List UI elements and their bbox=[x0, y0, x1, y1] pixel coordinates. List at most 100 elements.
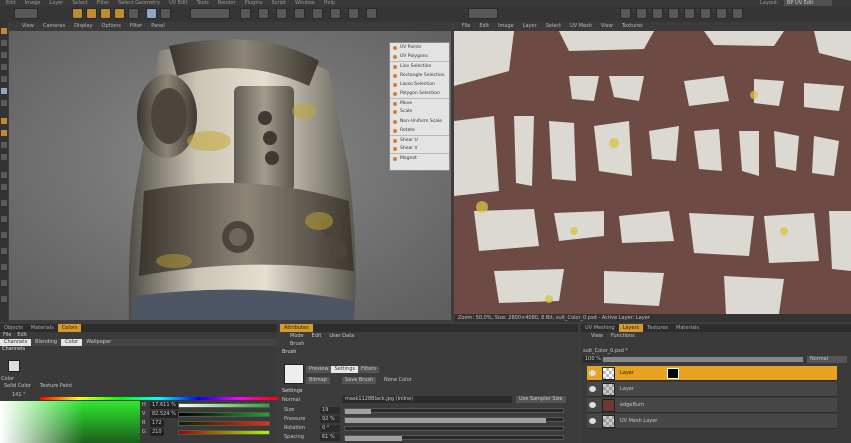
tool-icon-17[interactable] bbox=[1, 248, 7, 254]
tool-icon-2[interactable] bbox=[1, 40, 7, 46]
pressure-slider[interactable] bbox=[344, 417, 564, 423]
ctx-non-uniform-scale[interactable]: Non-Uniform Scale bbox=[390, 117, 449, 126]
tool-icon-1[interactable] bbox=[1, 28, 7, 34]
layer-opacity-field[interactable]: 100 % bbox=[583, 356, 601, 363]
ctx-rectangle-selection[interactable]: Rectangle Selection bbox=[390, 71, 449, 80]
eye-icon[interactable] bbox=[589, 402, 596, 408]
ctx-polygon-selection[interactable]: Polygon Selection bbox=[390, 89, 449, 98]
undo-icon[interactable] bbox=[14, 8, 38, 19]
cube-icon[interactable] bbox=[240, 8, 251, 19]
tool-icon-12[interactable] bbox=[1, 172, 7, 178]
color-angle-value[interactable]: 141 ° bbox=[12, 392, 26, 398]
subtab-wallpaper[interactable]: Wallpaper bbox=[82, 339, 115, 346]
tool-icon-9[interactable] bbox=[1, 130, 7, 136]
brush-preview-thumbnail[interactable] bbox=[284, 364, 304, 384]
tab-attributes[interactable]: Attributes bbox=[280, 324, 313, 332]
save-brush-button[interactable]: Save Brush bbox=[342, 377, 377, 384]
pressure-value[interactable]: 92 % bbox=[320, 416, 340, 423]
tool-icon-8[interactable] bbox=[1, 118, 7, 124]
tool-icon-11[interactable] bbox=[1, 154, 7, 160]
ctx-scale[interactable]: Scale bbox=[390, 107, 449, 116]
tab-materials-2[interactable]: Materials bbox=[672, 324, 703, 332]
axis-tool-icon[interactable] bbox=[128, 8, 139, 19]
ctx-shear-u[interactable]: Shear U bbox=[390, 134, 449, 144]
tab-uv-meshing[interactable]: UV Meshing bbox=[581, 324, 619, 332]
subdivide-icon[interactable] bbox=[276, 8, 287, 19]
move-tool-icon[interactable] bbox=[72, 8, 83, 19]
blend-mode-dropdown[interactable]: Normal bbox=[807, 356, 847, 363]
texture-paint-option[interactable]: Texture Paint bbox=[40, 383, 72, 389]
tool-icon-18[interactable] bbox=[1, 264, 7, 270]
deformer-icon[interactable] bbox=[312, 8, 323, 19]
layer-row[interactable]: UV Mesh Layer bbox=[587, 414, 837, 429]
rotation-slider[interactable] bbox=[344, 426, 564, 431]
subtab-blending[interactable]: Blending bbox=[31, 339, 61, 346]
brush-preset-icon-2[interactable] bbox=[636, 8, 647, 19]
tab-colors[interactable]: Colors bbox=[57, 324, 82, 332]
tab-materials[interactable]: Materials bbox=[27, 324, 58, 332]
color-r-slider[interactable] bbox=[178, 421, 270, 426]
brush-preset-icon-6[interactable] bbox=[700, 8, 711, 19]
ctx-shear-v[interactable]: Shear V bbox=[390, 144, 449, 153]
light-icon[interactable] bbox=[366, 8, 377, 19]
brush-tab-preview[interactable]: Preview bbox=[306, 366, 331, 373]
uv-menu-image[interactable]: Image bbox=[498, 22, 514, 31]
tab-textures[interactable]: Textures bbox=[643, 324, 672, 332]
brush-preset-icon-3[interactable] bbox=[652, 8, 663, 19]
uv-texture-view[interactable] bbox=[454, 31, 851, 314]
tool-icon-13[interactable] bbox=[1, 184, 7, 190]
tool-icon-3[interactable] bbox=[1, 52, 7, 58]
viewport-menu-view[interactable]: View bbox=[22, 22, 34, 31]
size-value[interactable]: 19 bbox=[320, 407, 340, 414]
layers-menu-functions[interactable]: Functions bbox=[611, 332, 635, 340]
rotation-value[interactable]: 0 ° bbox=[320, 425, 340, 432]
viewport-menu-display[interactable]: Display bbox=[74, 22, 92, 31]
layer-opacity-slider[interactable] bbox=[603, 357, 803, 362]
brush-preset-icon-8[interactable] bbox=[732, 8, 743, 19]
eye-icon[interactable] bbox=[589, 418, 596, 424]
tool-icon-7[interactable] bbox=[1, 100, 7, 106]
color-v-slider[interactable] bbox=[178, 412, 270, 417]
brush-preset-icon-7[interactable] bbox=[716, 8, 727, 19]
uv-menu-layer[interactable]: Layer bbox=[523, 22, 537, 31]
scale-tool-icon[interactable] bbox=[86, 8, 97, 19]
colors-menu-edit[interactable]: Edit bbox=[17, 332, 27, 339]
uv-menu-edit[interactable]: Edit bbox=[479, 22, 489, 31]
color-swatch[interactable] bbox=[8, 360, 20, 372]
hue-strip[interactable] bbox=[40, 397, 278, 400]
camera-icon[interactable] bbox=[348, 8, 359, 19]
colors-menu-file[interactable]: File bbox=[3, 332, 11, 339]
use-sampler-size-button[interactable]: Use Sampler Size bbox=[516, 396, 566, 403]
rotate-tool-icon[interactable] bbox=[100, 8, 111, 19]
color-picker-gradient[interactable] bbox=[0, 401, 140, 443]
layers-menu-view[interactable]: View bbox=[591, 332, 603, 340]
render-view-button[interactable] bbox=[190, 8, 230, 19]
layer-row-active[interactable]: Layer bbox=[587, 366, 837, 381]
scene-icon[interactable] bbox=[330, 8, 341, 19]
paint-tool-icon[interactable] bbox=[160, 8, 171, 19]
tool-icon-19[interactable] bbox=[1, 280, 7, 286]
tab-objects[interactable]: Objects bbox=[0, 324, 27, 332]
ctx-rotate[interactable]: Rotate bbox=[390, 126, 449, 135]
viewport-menu-cameras[interactable]: Cameras bbox=[43, 22, 65, 31]
tool-icon-4[interactable] bbox=[1, 64, 7, 70]
viewport-menu-panel[interactable]: Panel bbox=[151, 22, 165, 31]
color-g-slider[interactable] bbox=[178, 430, 270, 435]
ctx-lasso-selection[interactable]: Lasso Selection bbox=[390, 80, 449, 89]
color-v-value[interactable]: 82.524 % bbox=[150, 411, 178, 418]
pen-icon[interactable] bbox=[258, 8, 269, 19]
attr-menu-edit[interactable]: Edit bbox=[312, 332, 322, 340]
brush-preset-icon-5[interactable] bbox=[684, 8, 695, 19]
subtab-channels[interactable]: Channels bbox=[0, 339, 32, 346]
uv-menu-view[interactable]: View bbox=[601, 22, 613, 31]
array-icon[interactable] bbox=[294, 8, 305, 19]
brush-tool-icon[interactable] bbox=[146, 8, 157, 19]
brush-preset-icon[interactable] bbox=[620, 8, 631, 19]
ctx-uv-polygons[interactable]: UV Polygons bbox=[390, 52, 449, 61]
normal-map-field[interactable]: mask1128Black.jpg (Inline) bbox=[342, 396, 512, 403]
viewport-menu-options[interactable]: Options bbox=[102, 22, 121, 31]
solid-color-option[interactable]: Solid Color bbox=[4, 383, 31, 389]
size-slider[interactable] bbox=[344, 408, 564, 414]
spacing-slider[interactable] bbox=[344, 435, 564, 441]
brush-preset-icon-4[interactable] bbox=[668, 8, 679, 19]
